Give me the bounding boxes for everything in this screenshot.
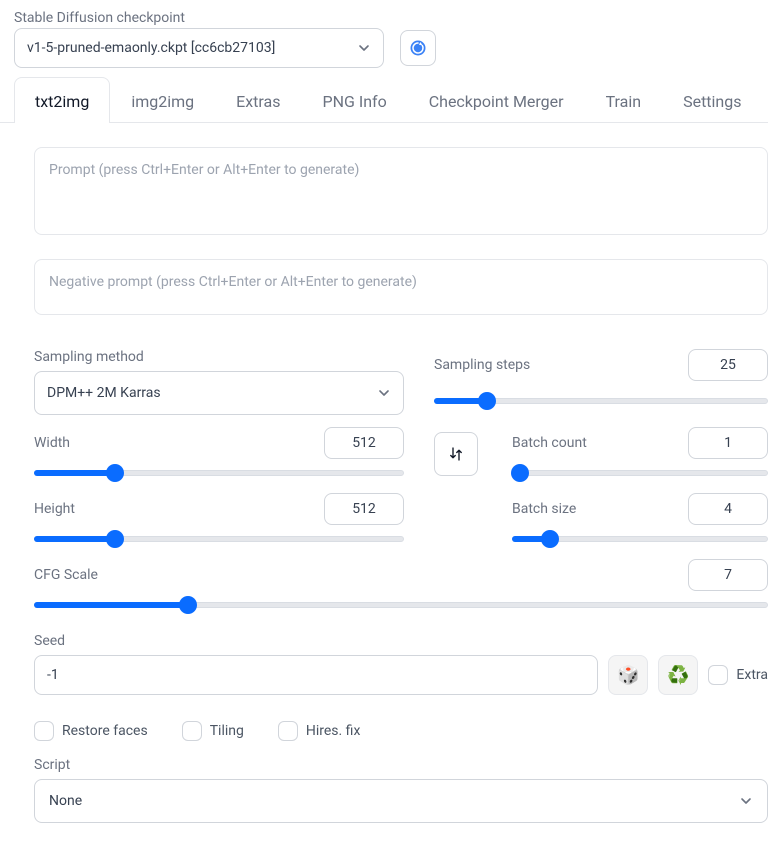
width-value[interactable]: 512 xyxy=(324,427,404,459)
batch-size-slider[interactable] xyxy=(512,531,768,547)
negative-prompt-textarea[interactable]: Negative prompt (press Ctrl+Enter or Alt… xyxy=(34,259,768,315)
sampling-steps-slider[interactable] xyxy=(434,393,768,409)
sampling-method-value: DPM++ 2M Karras xyxy=(47,385,161,401)
negative-prompt-placeholder: Negative prompt (press Ctrl+Enter or Alt… xyxy=(49,274,417,290)
tiling-checkbox[interactable] xyxy=(182,721,202,741)
seed-value: -1 xyxy=(47,667,59,683)
seed-extra-checkbox[interactable] xyxy=(708,665,728,685)
script-select[interactable]: None xyxy=(34,779,768,823)
batch-count-value[interactable]: 1 xyxy=(688,427,768,459)
seed-input[interactable]: -1 xyxy=(34,655,598,695)
swap-dimensions-button[interactable] xyxy=(434,432,478,476)
tab-img2img[interactable]: img2img xyxy=(110,77,215,123)
cfg-scale-label: CFG Scale xyxy=(34,567,98,583)
refresh-checkpoint-button[interactable] xyxy=(400,30,436,66)
checkpoint-label: Stable Diffusion checkpoint xyxy=(14,10,384,26)
seed-random-button[interactable]: 🎲 xyxy=(608,655,648,695)
script-label: Script xyxy=(34,757,768,773)
seed-extra-label: Extra xyxy=(736,667,768,683)
checkpoint-select[interactable]: v1-5-pruned-emaonly.ckpt [cc6cb27103] xyxy=(14,28,384,68)
batch-size-value[interactable]: 4 xyxy=(688,493,768,525)
chevron-down-icon xyxy=(739,794,753,808)
tab-txt2img[interactable]: txt2img xyxy=(14,77,110,123)
sampling-steps-label: Sampling steps xyxy=(434,357,530,373)
tab-train[interactable]: Train xyxy=(585,77,663,123)
batch-count-slider[interactable] xyxy=(512,465,768,481)
tab-extras[interactable]: Extras xyxy=(215,77,301,123)
prompt-textarea[interactable]: Prompt (press Ctrl+Enter or Alt+Enter to… xyxy=(34,147,768,235)
recycle-icon: ♻️ xyxy=(667,665,689,686)
sampling-method-field: Sampling method DPM++ 2M Karras xyxy=(34,349,404,415)
height-slider[interactable] xyxy=(34,531,404,547)
chevron-down-icon xyxy=(357,41,371,55)
height-label: Height xyxy=(34,501,75,517)
sampling-method-label: Sampling method xyxy=(34,349,404,365)
tab-bar: txt2img img2img Extras PNG Info Checkpoi… xyxy=(0,76,768,123)
tab-png-info[interactable]: PNG Info xyxy=(301,77,407,123)
restore-faces-label: Restore faces xyxy=(62,723,148,739)
hires-fix-label: Hires. fix xyxy=(306,723,361,739)
seed-label: Seed xyxy=(34,633,768,649)
chevron-down-icon xyxy=(377,386,391,400)
checkpoint-value: v1-5-pruned-emaonly.ckpt [cc6cb27103] xyxy=(27,40,275,56)
script-value: None xyxy=(49,793,82,809)
batch-size-label: Batch size xyxy=(512,501,576,517)
sampling-method-select[interactable]: DPM++ 2M Karras xyxy=(34,371,404,415)
refresh-icon xyxy=(408,38,428,58)
prompt-placeholder: Prompt (press Ctrl+Enter or Alt+Enter to… xyxy=(49,162,359,178)
restore-faces-checkbox[interactable] xyxy=(34,721,54,741)
tab-settings[interactable]: Settings xyxy=(662,77,762,123)
width-label: Width xyxy=(34,435,70,451)
tab-checkpoint-merger[interactable]: Checkpoint Merger xyxy=(408,77,585,123)
tiling-label: Tiling xyxy=(210,723,244,739)
batch-count-label: Batch count xyxy=(512,435,587,451)
hires-fix-checkbox[interactable] xyxy=(278,721,298,741)
cfg-scale-value[interactable]: 7 xyxy=(688,559,768,591)
dice-icon: 🎲 xyxy=(617,665,639,686)
swap-icon xyxy=(447,445,465,463)
width-slider[interactable] xyxy=(34,465,404,481)
height-value[interactable]: 512 xyxy=(324,493,404,525)
seed-reuse-button[interactable]: ♻️ xyxy=(658,655,698,695)
sampling-steps-value[interactable]: 25 xyxy=(688,349,768,381)
cfg-scale-slider[interactable] xyxy=(34,597,768,613)
